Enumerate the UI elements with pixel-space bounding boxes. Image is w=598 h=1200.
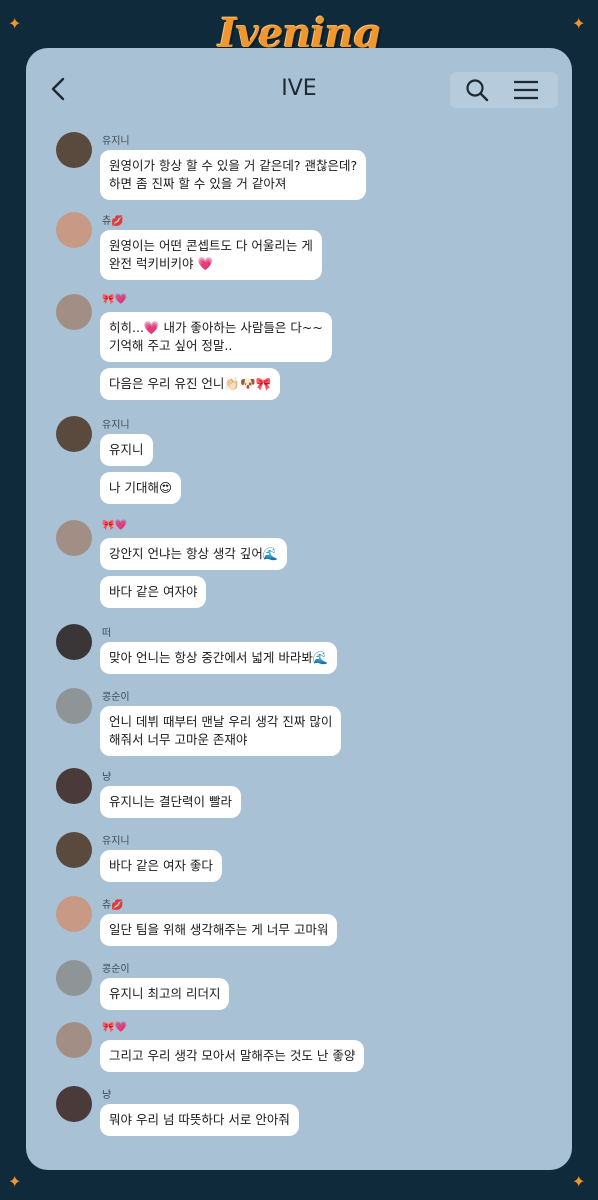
message-line: 원영이는 어떤 콘셉트도 다 어울리는 게 [109, 238, 313, 253]
avatar [56, 416, 92, 452]
message-bubble[interactable]: 바다 같은 여자야 [100, 576, 207, 608]
search-button[interactable] [464, 77, 490, 103]
sender-name: 콩순이 [102, 964, 130, 975]
menu-button[interactable] [512, 78, 540, 102]
sender-name: 냥 [102, 1090, 112, 1101]
message-list: 유지니 원영이가 항상 할 수 있을 거 같은데? 괜찮은데? 하면 좀 진짜 … [56, 132, 426, 1136]
avatar [56, 212, 92, 248]
sender-name: 유지니 [102, 136, 130, 147]
message-bubble[interactable]: 히히...💗 내가 좋아하는 사람들은 다~~ 기억해 주고 싶어 정말.. [100, 312, 332, 362]
avatar [56, 132, 92, 168]
avatar [56, 520, 92, 556]
chat-window: IVE 유지니 원영이가 항상 할 수 있을 거 같은데? 괜찮은데? 하면 좀… [26, 48, 572, 1170]
message-line: 바다 같은 여자야 [109, 584, 198, 599]
message-bubble[interactable]: 나 기대해😍 [100, 472, 182, 504]
avatar [56, 294, 92, 330]
avatar [56, 1086, 92, 1122]
message-line: 원영이가 항상 할 수 있을 거 같은데? 괜찮은데? [109, 158, 358, 173]
message-line: 그리고 우리 생각 모아서 말해주는 것도 난 좋양 [109, 1048, 356, 1063]
sparkle-icon: ✦ [8, 1172, 22, 1191]
chat-header: IVE [26, 48, 572, 132]
message-bubble[interactable]: 다음은 우리 유진 언니👏🏻🐶🎀 [100, 368, 281, 400]
sender-name: 유지니 [102, 836, 130, 847]
avatar [56, 688, 92, 724]
message-bubble[interactable]: 유지니 [100, 434, 153, 466]
message-bubble[interactable]: 일단 팀을 위해 생각해주는 게 너무 고마워 [100, 914, 338, 946]
hamburger-menu-icon [514, 80, 538, 100]
message-line: 히히...💗 내가 좋아하는 사람들은 다~~ [109, 320, 323, 335]
message-line: 나 기대해😍 [109, 480, 173, 495]
sender-name: 🎀💗 [102, 294, 127, 305]
message-line: 기억해 주고 싶어 정말.. [109, 338, 233, 353]
message-line: 다음은 우리 유진 언니👏🏻🐶🎀 [109, 376, 272, 391]
message-line: 강안지 언냐는 항상 생각 깊어🌊 [109, 546, 279, 561]
message-line: 뭐야 우리 넘 따뜻하다 서로 안아줘 [109, 1112, 290, 1127]
avatar [56, 896, 92, 932]
avatar [56, 832, 92, 868]
avatar [56, 624, 92, 660]
message-line: 완전 럭키비키야 💗 [109, 256, 214, 271]
message-bubble[interactable]: 뭐야 우리 넘 따뜻하다 서로 안아줘 [100, 1104, 299, 1136]
header-actions [450, 72, 558, 108]
message-line: 바다 같은 여자 좋다 [109, 858, 213, 873]
message-line: 맞아 언니는 항상 중간에서 넓게 바라봐🌊 [109, 650, 329, 665]
avatar [56, 960, 92, 996]
message-bubble[interactable]: 바다 같은 여자 좋다 [100, 850, 222, 882]
message-bubble[interactable]: 맞아 언니는 항상 중간에서 넓게 바라봐🌊 [100, 642, 338, 674]
avatar [56, 768, 92, 804]
sender-name: 츄💋 [102, 216, 124, 227]
sender-name: 🎀💗 [102, 520, 127, 531]
sparkle-icon: ✦ [8, 14, 22, 33]
message-line: 유지니 최고의 리더지 [109, 986, 221, 1001]
sender-name: 츄💋 [102, 900, 124, 911]
sender-name: 유지니 [102, 420, 130, 431]
message-line: 유지니 [109, 442, 144, 457]
message-bubble[interactable]: 원영이는 어떤 콘셉트도 다 어울리는 게 완전 럭키비키야 💗 [100, 230, 322, 280]
sender-name: 냥 [102, 772, 112, 783]
message-line: 하면 좀 진짜 할 수 있을 거 같아져 [109, 176, 287, 191]
message-line: 해줘서 너무 고마운 존재야 [109, 732, 248, 747]
message-line: 언니 데뷔 때부터 맨날 우리 생각 진짜 많이 [109, 714, 333, 729]
message-bubble[interactable]: 원영이가 항상 할 수 있을 거 같은데? 괜찮은데? 하면 좀 진짜 할 수 … [100, 150, 367, 200]
message-bubble[interactable]: 강안지 언냐는 항상 생각 깊어🌊 [100, 538, 288, 570]
sparkle-icon: ✦ [572, 14, 586, 33]
sender-name: 🎀💗 [102, 1022, 127, 1033]
message-bubble[interactable]: 유지니 최고의 리더지 [100, 978, 230, 1010]
message-line: 유지니는 결단력이 빨라 [109, 794, 232, 809]
sender-name: 콩순이 [102, 692, 130, 703]
message-bubble[interactable]: 그리고 우리 생각 모아서 말해주는 것도 난 좋양 [100, 1040, 365, 1072]
sender-name: 떠 [102, 628, 112, 639]
message-bubble[interactable]: 유지니는 결단력이 빨라 [100, 786, 241, 818]
sparkle-icon: ✦ [572, 1172, 586, 1191]
avatar [56, 1022, 92, 1058]
search-icon [466, 79, 489, 102]
message-line: 일단 팀을 위해 생각해주는 게 너무 고마워 [109, 922, 329, 937]
message-bubble[interactable]: 언니 데뷔 때부터 맨날 우리 생각 진짜 많이 해줘서 너무 고마운 존재야 [100, 706, 342, 756]
